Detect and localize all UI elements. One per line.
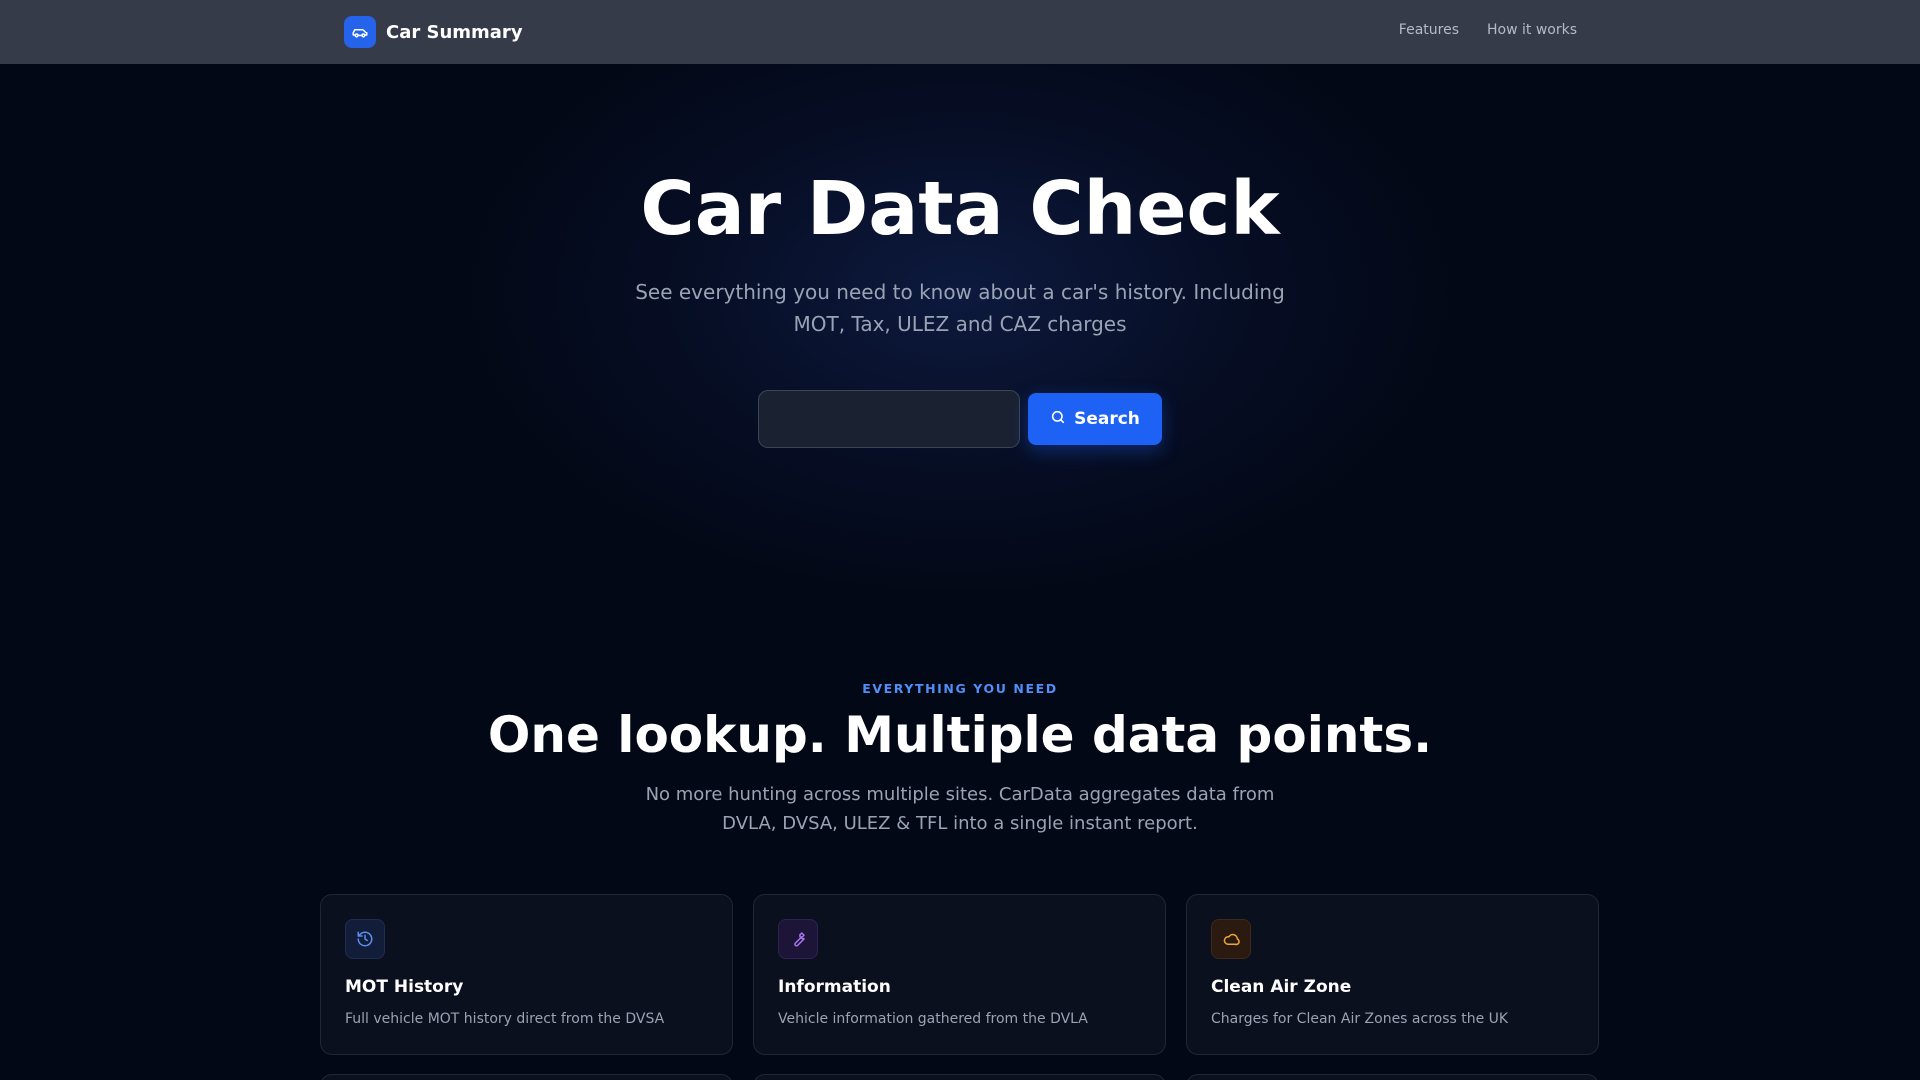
feature-card-partial	[320, 1074, 733, 1080]
car-icon	[344, 16, 376, 48]
search-icon	[1050, 409, 1066, 430]
nav-link-how-it-works[interactable]: How it works	[1487, 22, 1577, 38]
section-title: One lookup. Multiple data points.	[487, 706, 1433, 764]
feature-card-partial	[753, 1074, 1166, 1080]
brand-name: Car Summary	[386, 21, 523, 43]
hero-title: Car Data Check	[640, 166, 1280, 252]
wrench-icon	[778, 919, 818, 959]
feature-card-description: Full vehicle MOT history direct from the…	[345, 1011, 665, 1027]
search-button-label: Search	[1074, 409, 1140, 429]
search-button[interactable]: Search	[1028, 393, 1162, 445]
hero-subtitle: See everything you need to know about a …	[635, 280, 1285, 336]
feature-card-description: Charges for Clean Air Zones across the U…	[1211, 1011, 1509, 1027]
brand[interactable]: Car Summary	[344, 16, 523, 48]
cloud-icon	[1211, 919, 1251, 959]
top-navbar: Car Summary Features How it works	[0, 0, 1920, 64]
registration-search-input[interactable]	[758, 390, 1020, 448]
main-nav: Features How it works	[1399, 22, 1577, 38]
feature-card-title: Clean Air Zone	[1211, 977, 1352, 997]
feature-card-title: MOT History	[345, 977, 464, 997]
feature-card-clean-air-zone: Clean Air Zone Charges for Clean Air Zon…	[1186, 894, 1599, 1055]
section-subtitle: No more hunting across multiple sites. C…	[645, 784, 1275, 834]
history-icon	[345, 919, 385, 959]
feature-card-partial	[1186, 1074, 1599, 1080]
feature-card-title: Information	[778, 977, 891, 997]
section-eyebrow: EVERYTHING YOU NEED	[862, 681, 1058, 696]
feature-card-information: Information Vehicle information gathered…	[753, 894, 1166, 1055]
feature-card-description: Vehicle information gathered from the DV…	[778, 1011, 1088, 1027]
nav-link-features[interactable]: Features	[1399, 22, 1459, 38]
feature-card-mot-history: MOT History Full vehicle MOT history dir…	[320, 894, 733, 1055]
